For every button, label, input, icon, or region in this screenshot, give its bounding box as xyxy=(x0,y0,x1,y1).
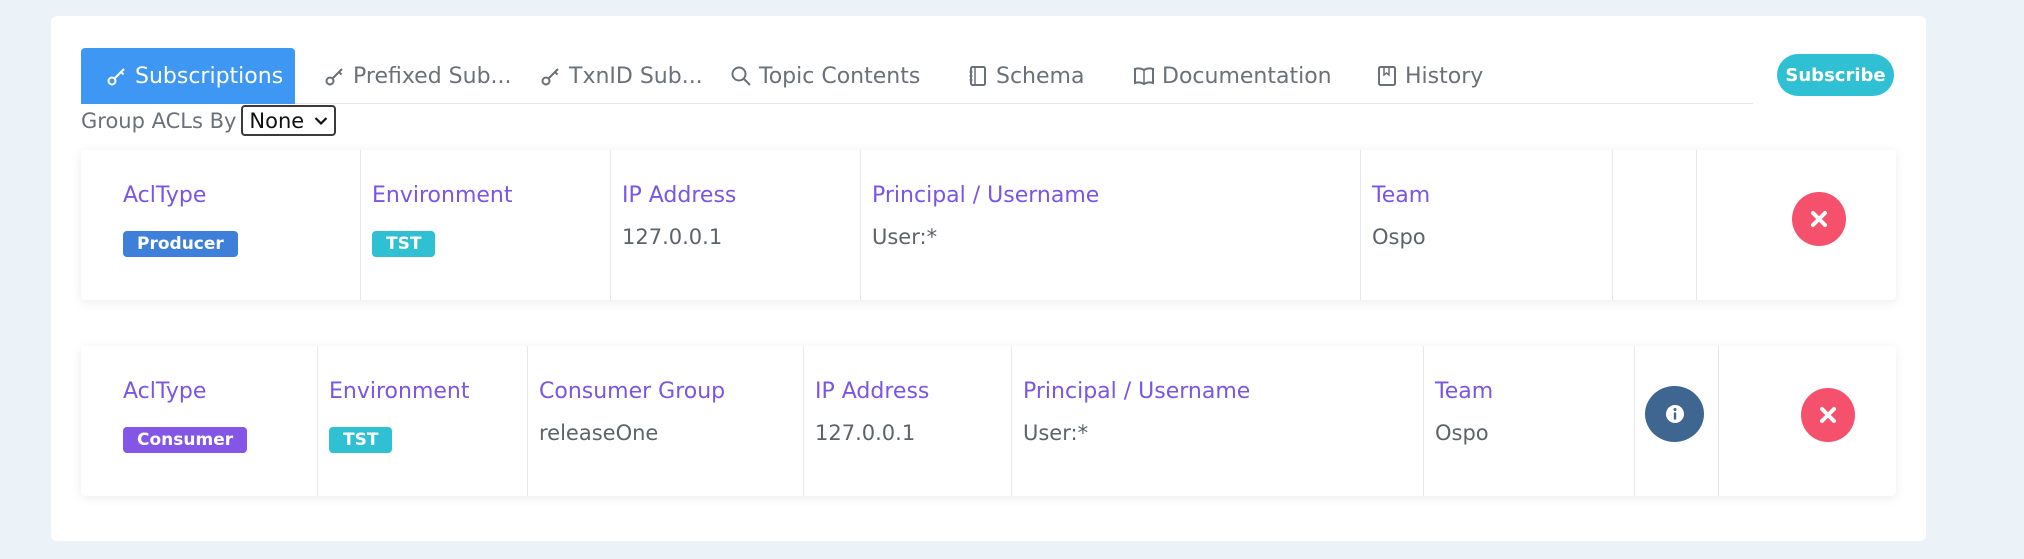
acl-card-producer: AclType Producer Environment TST IP Addr… xyxy=(81,150,1896,300)
divider xyxy=(1718,346,1719,496)
ip-address-label: IP Address xyxy=(815,379,930,404)
topic-tabs: Subscriptions Prefixed Sub... TxnID Sub.… xyxy=(81,48,1753,104)
tab-prefixed-subscriptions[interactable]: Prefixed Sub... xyxy=(324,48,512,104)
tab-history[interactable]: History xyxy=(1376,48,1483,104)
info-icon xyxy=(1665,405,1684,423)
key-icon xyxy=(541,68,559,86)
group-acls-label: Group ACLs By xyxy=(81,108,237,133)
principal-label: Principal / Username xyxy=(872,183,1100,208)
principal-value: User:* xyxy=(1023,421,1089,445)
consumer-group-value: releaseOne xyxy=(539,421,659,445)
key-icon xyxy=(107,68,125,86)
tab-label: Documentation xyxy=(1162,63,1332,89)
env-badge: TST xyxy=(372,231,436,257)
principal-cell: Principal / Username User:* xyxy=(1011,346,1423,496)
empty-cell xyxy=(1612,150,1696,300)
tab-label: History xyxy=(1405,63,1484,89)
consumer-group-cell: Consumer Group releaseOne xyxy=(527,346,803,496)
tab-label: Subscriptions xyxy=(135,63,284,89)
team-value: Ospo xyxy=(1372,225,1426,249)
bookmark-icon xyxy=(1378,66,1396,86)
tab-documentation[interactable]: Documentation xyxy=(1133,48,1332,104)
environment-cell: Environment TST xyxy=(360,150,610,300)
tab-topic-contents[interactable]: Topic Contents xyxy=(730,48,920,104)
divider xyxy=(1696,150,1697,300)
tab-label: Schema xyxy=(996,63,1085,89)
principal-label: Principal / Username xyxy=(1023,379,1251,404)
ip-address-cell: IP Address 127.0.0.1 xyxy=(610,150,860,300)
env-badge: TST xyxy=(329,427,393,453)
info-button[interactable] xyxy=(1645,386,1704,442)
subscribe-button[interactable]: Subscribe xyxy=(1777,54,1894,96)
delete-acl-button[interactable] xyxy=(1792,192,1846,246)
environment-label: Environment xyxy=(329,379,470,404)
principal-cell: Principal / Username User:* xyxy=(860,150,1360,300)
close-icon xyxy=(1811,211,1827,227)
consumer-group-label: Consumer Group xyxy=(539,379,726,404)
acl-type-label: AclType xyxy=(123,379,207,404)
group-acls-select[interactable]: None xyxy=(241,105,337,136)
book-icon xyxy=(1134,67,1154,86)
close-icon xyxy=(1820,407,1836,423)
team-label: Team xyxy=(1372,183,1431,208)
tab-label: TxnID Sub... xyxy=(569,63,703,89)
tab-txnid-subscriptions[interactable]: TxnID Sub... xyxy=(540,48,703,104)
acl-type-cell: AclType Consumer xyxy=(123,346,319,496)
principal-value: User:* xyxy=(872,225,938,249)
environment-label: Environment xyxy=(372,183,513,208)
ip-address-cell: IP Address 127.0.0.1 xyxy=(803,346,1011,496)
tab-subscriptions[interactable]: Subscriptions xyxy=(81,48,295,104)
team-cell: Team Ospo xyxy=(1423,346,1634,496)
acl-type-label: AclType xyxy=(123,183,207,208)
search-icon xyxy=(731,66,751,86)
tab-label: Prefixed Sub... xyxy=(353,63,512,89)
ip-address-value: 127.0.0.1 xyxy=(815,421,916,445)
team-value: Ospo xyxy=(1435,421,1489,445)
acl-type-cell: AclType Producer xyxy=(123,150,353,300)
consumer-badge: Consumer xyxy=(123,427,248,453)
team-cell: Team Ospo xyxy=(1360,150,1612,300)
notebook-icon xyxy=(969,66,986,86)
ip-address-value: 127.0.0.1 xyxy=(622,225,723,249)
delete-acl-button[interactable] xyxy=(1801,388,1855,442)
team-label: Team xyxy=(1435,379,1494,404)
chevron-down-icon xyxy=(315,116,328,125)
tab-label: Topic Contents xyxy=(759,63,921,89)
group-acls-selected: None xyxy=(249,108,305,133)
group-acls-control: Group ACLs By None xyxy=(81,105,337,136)
producer-badge: Producer xyxy=(123,231,238,257)
key-icon xyxy=(325,68,343,86)
tab-schema[interactable]: Schema xyxy=(967,48,1084,104)
acl-card-consumer: AclType Consumer Environment TST Consume… xyxy=(81,346,1896,496)
environment-cell: Environment TST xyxy=(317,346,527,496)
ip-address-label: IP Address xyxy=(622,183,737,208)
